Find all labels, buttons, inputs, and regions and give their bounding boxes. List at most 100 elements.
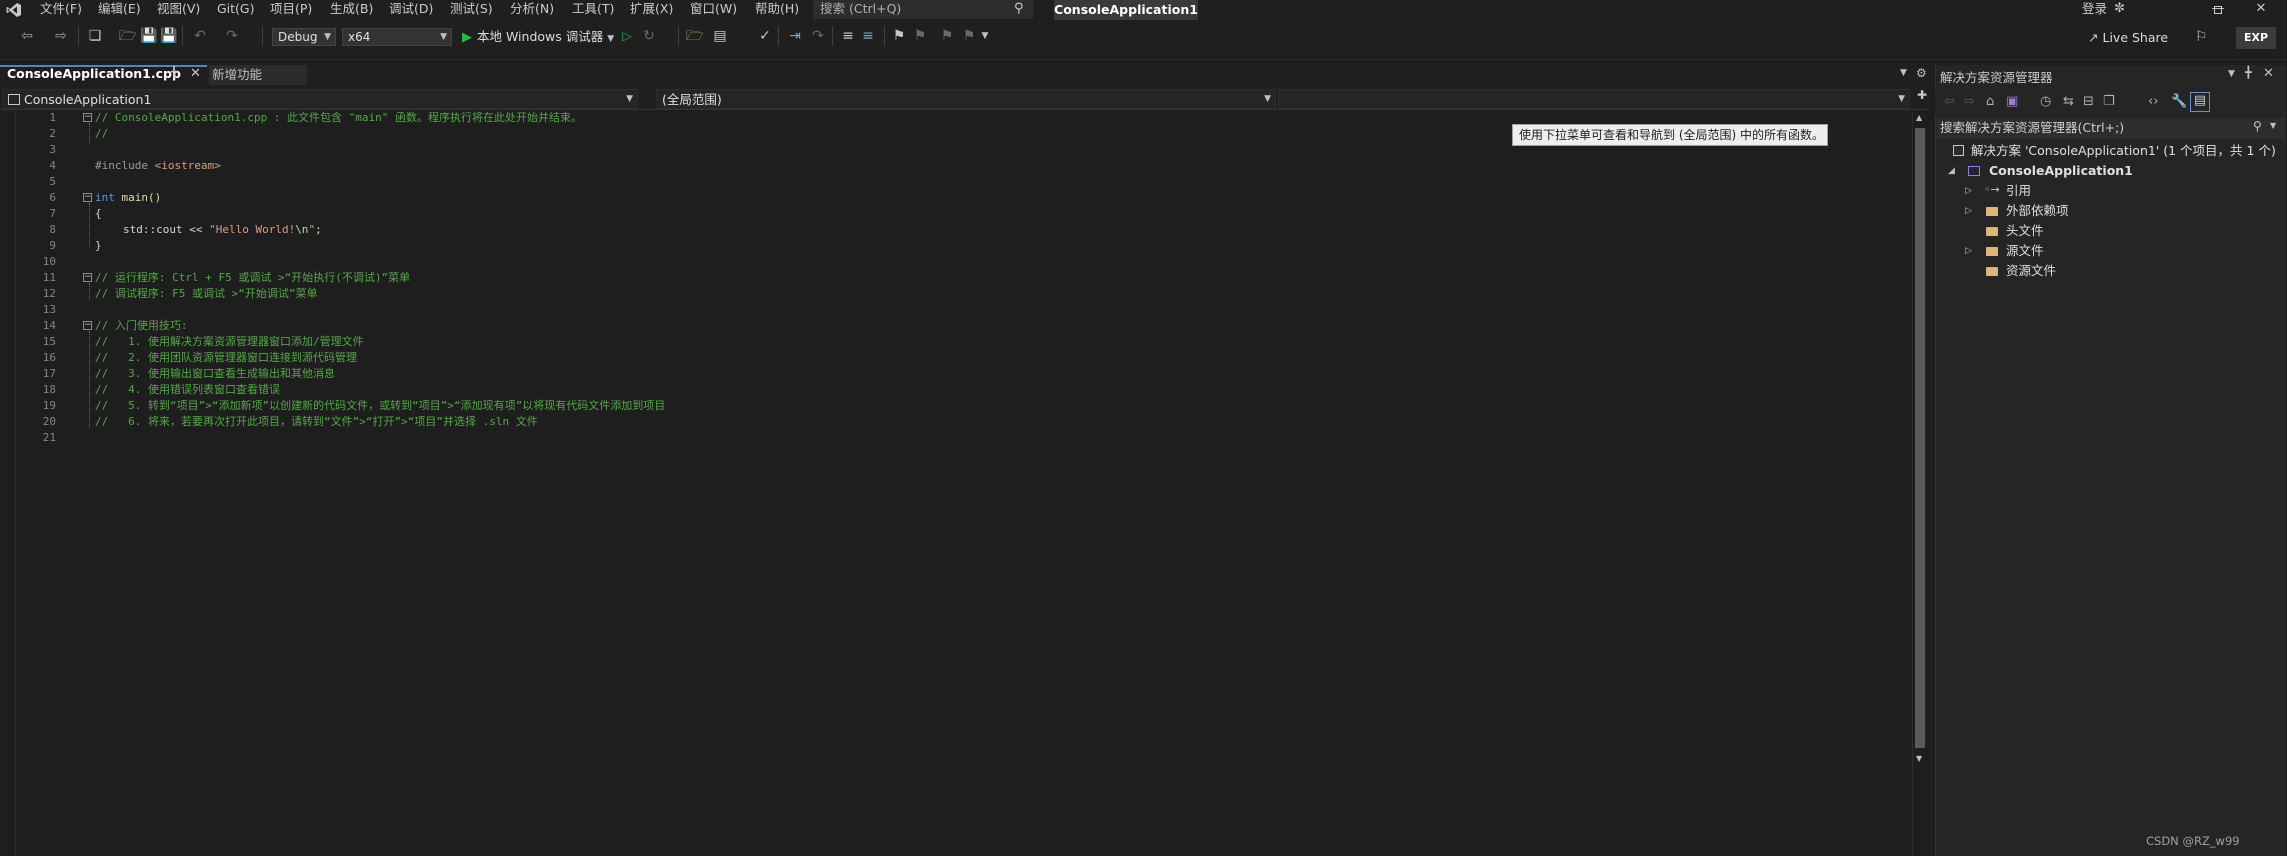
- next-bookmark-icon[interactable]: ⚑: [940, 27, 954, 45]
- open-folder-icon[interactable]: 🗁: [119, 27, 136, 45]
- properties-icon[interactable]: 🔧: [2171, 94, 2187, 109]
- collapse-icon[interactable]: −: [83, 113, 92, 122]
- split-editor-icon[interactable]: ✚: [1917, 88, 1927, 102]
- config-select[interactable]: Debug ▼: [272, 28, 336, 46]
- line-number: 17: [42, 367, 56, 380]
- home-icon[interactable]: ⌂: [1986, 94, 1994, 109]
- global-scope-value: (全局范围): [662, 92, 722, 107]
- scrollbar-thumb[interactable]: [1915, 128, 1925, 748]
- exp-badge[interactable]: EXP: [2236, 27, 2276, 49]
- start-without-debugging-icon[interactable]: ▷: [620, 27, 634, 45]
- project-scope-select[interactable]: ConsoleApplication1 ▼: [2, 89, 638, 109]
- restart-icon[interactable]: ↻: [642, 27, 656, 45]
- clear-bookmarks-icon[interactable]: ⚑: [962, 27, 976, 45]
- menu-edit[interactable]: 编辑(E): [98, 0, 141, 20]
- menu-view[interactable]: 视图(V): [157, 0, 200, 20]
- collapsed-triangle-icon[interactable]: ▷: [1965, 246, 1972, 256]
- save-all-icon[interactable]: 💾: [160, 27, 177, 45]
- gear-icon[interactable]: ⚙: [1916, 66, 1927, 80]
- collapse-all-icon[interactable]: ⊟: [2083, 94, 2094, 109]
- search-options-icon[interactable]: ▼: [2270, 121, 2276, 130]
- switch-views-icon[interactable]: ▣: [2006, 94, 2018, 109]
- menu-file[interactable]: 文件(F): [40, 0, 82, 20]
- tab-whats-new[interactable]: 新增功能: [209, 65, 307, 85]
- pin-icon[interactable]: ╋: [2245, 66, 2252, 79]
- scroll-up-icon[interactable]: ▲: [1916, 113, 1922, 122]
- prev-bookmark-icon[interactable]: ⚑: [913, 27, 927, 45]
- toolbar-overflow-icon[interactable]: ▼: [980, 27, 990, 45]
- member-select[interactable]: ▼: [1278, 89, 1910, 109]
- search-input[interactable]: 搜索 (Ctrl+Q): [813, 0, 1033, 19]
- menu-tools[interactable]: 工具(T): [572, 0, 614, 20]
- pending-changes-icon[interactable]: ◷: [2040, 94, 2051, 109]
- tree-item-solution[interactable]: 解决方案 'ConsoleApplication1' (1 个项目，共 1 个): [1971, 142, 2276, 160]
- bookmark-icon[interactable]: ⚑: [892, 27, 906, 45]
- solution-explorer-search[interactable]: 搜索解决方案资源管理器(Ctrl+;): [1937, 118, 2285, 139]
- code-line-9: }: [95, 239, 102, 252]
- tree-item-external-deps[interactable]: 外部依赖项: [2006, 202, 2069, 220]
- global-scope-select[interactable]: (全局范围) ▼: [656, 89, 1276, 109]
- forward-icon[interactable]: ⇨: [1964, 94, 1975, 109]
- collapse-icon[interactable]: −: [83, 193, 92, 202]
- preview-selected-icon[interactable]: ▤: [2190, 92, 2210, 112]
- tree-item-header-files[interactable]: 头文件: [2006, 222, 2044, 240]
- menu-analyze[interactable]: 分析(N): [510, 0, 554, 20]
- watermark: CSDN @RZ_w99: [2146, 834, 2240, 848]
- menu-build[interactable]: 生成(B): [330, 0, 373, 20]
- spell-check-icon[interactable]: ✓: [757, 27, 773, 45]
- sync-icon[interactable]: ⇆: [2063, 94, 2074, 109]
- back-icon[interactable]: ⇦: [20, 27, 34, 45]
- step-cursor-icon[interactable]: ⇥: [787, 27, 803, 45]
- save-icon[interactable]: 💾: [140, 27, 157, 45]
- login-link[interactable]: 登录: [2082, 0, 2107, 17]
- scroll-down-icon[interactable]: ▼: [1916, 754, 1922, 763]
- line-number: 1: [49, 111, 56, 124]
- tree-item-resource-files[interactable]: 资源文件: [2006, 262, 2056, 280]
- collapsed-triangle-icon[interactable]: ▷: [1965, 206, 1972, 216]
- menu-extensions[interactable]: 扩展(X): [630, 0, 673, 20]
- menu-window[interactable]: 窗口(W): [690, 0, 737, 20]
- feedback-icon[interactable]: ⚐: [2195, 29, 2208, 45]
- search-icon: ⚲: [1014, 1, 1024, 16]
- account-settings-icon[interactable]: ✼: [2114, 1, 2125, 16]
- project-title: ConsoleApplication1: [1054, 0, 1198, 20]
- step-over-icon[interactable]: ↷: [810, 27, 826, 45]
- live-share-button[interactable]: ↗ Live Share: [2088, 30, 2168, 45]
- menu-test[interactable]: 测试(S): [450, 0, 493, 20]
- comment-icon[interactable]: ≡: [860, 27, 876, 45]
- pin-icon[interactable]: ╋: [171, 67, 177, 78]
- tab-list-dropdown-icon[interactable]: ▼: [1900, 68, 1907, 78]
- close-icon[interactable]: ✕: [190, 66, 201, 81]
- visual-studio-logo-icon[interactable]: [6, 2, 22, 18]
- line-number: 4: [49, 159, 56, 172]
- collapse-icon[interactable]: −: [83, 273, 92, 282]
- collapsed-triangle-icon[interactable]: ▷: [1965, 186, 1972, 196]
- expanded-triangle-icon[interactable]: ◢: [1948, 166, 1955, 176]
- line-number: 15: [42, 335, 56, 348]
- tree-item-project[interactable]: ConsoleApplication1: [1989, 162, 2133, 180]
- view-code-icon[interactable]: ‹›: [2148, 94, 2158, 109]
- outline-guide: [89, 331, 90, 427]
- tree-item-references[interactable]: 引用: [2006, 182, 2031, 200]
- menu-help[interactable]: 帮助(H): [755, 0, 799, 20]
- open-file-icon[interactable]: 🗁: [686, 27, 703, 45]
- close-window-button[interactable]: ✕: [2238, 0, 2284, 20]
- indent-icon[interactable]: ≡: [840, 27, 856, 45]
- tree-item-source-files[interactable]: 源文件: [2006, 242, 2044, 260]
- back-icon[interactable]: ⇦: [1944, 94, 1955, 109]
- menu-project[interactable]: 项目(P): [270, 0, 312, 20]
- menu-git[interactable]: Git(G): [217, 0, 255, 20]
- window-layout-icon[interactable]: ▤: [712, 27, 728, 45]
- redo-icon[interactable]: ↷: [225, 27, 239, 45]
- undo-icon[interactable]: ↶: [193, 27, 207, 45]
- platform-select[interactable]: x64 ▼: [342, 28, 452, 46]
- panel-menu-icon[interactable]: ▼: [2228, 69, 2235, 79]
- close-panel-icon[interactable]: ✕: [2263, 66, 2274, 81]
- forward-icon[interactable]: ⇨: [54, 27, 68, 45]
- new-project-icon[interactable]: ❏: [86, 27, 104, 45]
- collapse-icon[interactable]: −: [83, 321, 92, 330]
- show-all-files-icon[interactable]: ❐: [2103, 94, 2115, 109]
- menu-debug[interactable]: 调试(D): [389, 0, 433, 20]
- start-debugging-button[interactable]: ▶ 本地 Windows 调试器 ▼: [462, 28, 614, 48]
- maximize-button[interactable]: [2214, 6, 2222, 14]
